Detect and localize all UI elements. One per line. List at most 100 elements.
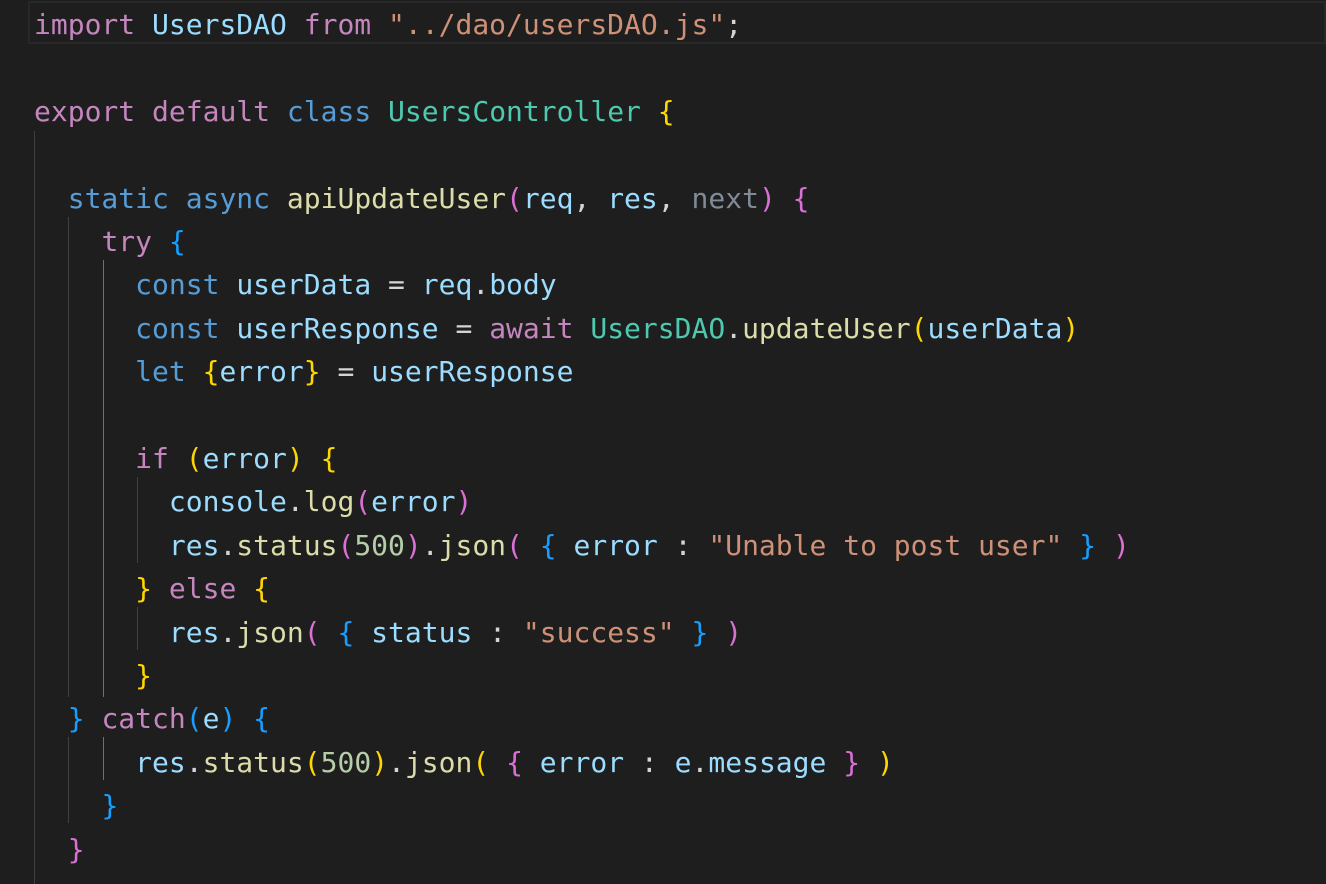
code-token: { [168, 225, 186, 258]
code-token: } [135, 572, 153, 606]
code-token: body [489, 268, 557, 302]
code-token: ; [725, 8, 743, 41]
code-token: : [624, 745, 675, 779]
code-line[interactable]: try { [34, 220, 186, 263]
code-line[interactable]: } catch(e) { [34, 697, 270, 740]
code-token: } [691, 615, 709, 649]
code-token: "../dao/usersDAO.js" [388, 8, 726, 41]
code-token: "success" [522, 615, 675, 649]
code-token: ) [876, 745, 894, 779]
code-line[interactable]: export default class UsersController { [34, 90, 675, 133]
code-line[interactable]: import UsersDAO from "../dao/usersDAO.js… [34, 3, 742, 46]
code-line[interactable]: } [34, 654, 152, 697]
code-token: . [725, 311, 743, 345]
code-token: userData [236, 268, 372, 302]
code-token: error [573, 528, 658, 562]
code-token: , [573, 181, 608, 215]
code-token: } [843, 745, 861, 779]
code-token: status [202, 745, 304, 779]
code-line[interactable]: let {error} = userResponse [34, 350, 573, 393]
code-token: ( [910, 311, 928, 345]
code-token: if [135, 442, 169, 475]
code-token: res [607, 181, 658, 215]
code-token: ( [185, 442, 203, 475]
code-token: static [67, 181, 169, 215]
code-line[interactable]: res.json( { status : "success" } ) [34, 611, 742, 654]
code-token: . [185, 745, 203, 779]
code-token: } [67, 832, 85, 866]
code-token: ( [506, 528, 523, 562]
code-token: res [168, 528, 220, 562]
code-token: = [320, 355, 372, 389]
code-token: json [404, 745, 473, 779]
code-line[interactable]: } else { [34, 567, 270, 610]
code-token: export [34, 94, 136, 128]
code-line[interactable]: console.log(error) [34, 480, 472, 523]
code-line[interactable]: if (error) { [34, 437, 337, 480]
code-token: ( [472, 745, 490, 779]
code-token: req [522, 181, 574, 215]
code-token: req [421, 268, 473, 302]
code-token: error [539, 745, 625, 779]
code-token: UsersDAO [590, 311, 726, 345]
code-token: ) [758, 181, 776, 215]
code-token: ) [219, 702, 237, 736]
code-token: } [1079, 528, 1097, 562]
code-token: . [219, 528, 237, 562]
code-token: try [101, 225, 153, 258]
code-token: else [168, 572, 237, 606]
code-line[interactable]: const userResponse = await UsersDAO.upda… [34, 307, 1079, 350]
code-line[interactable]: res.status(500).json( { error : e.messag… [34, 741, 894, 784]
code-line[interactable]: } [34, 784, 118, 827]
code-token: ( [303, 615, 321, 649]
code-token: userData [927, 311, 1063, 345]
code-line[interactable]: res.status(500).json( { error : "Unable … [34, 524, 1130, 567]
code-token: { [320, 442, 338, 475]
code-line[interactable]: const userData = req.body [34, 263, 557, 306]
code-token: . [388, 745, 405, 779]
code-token: . [472, 268, 490, 302]
code-token: const [135, 311, 220, 345]
code-token: : [657, 528, 709, 562]
code-editor[interactable]: import UsersDAO from "../dao/usersDAO.js… [0, 0, 1326, 884]
code-token: } [303, 355, 321, 389]
code-token: apiUpdateUser [286, 181, 507, 215]
code-line[interactable]: static async apiUpdateUser(req, res, nex… [34, 177, 810, 220]
code-line[interactable]: } [34, 828, 85, 871]
code-token: class [286, 94, 372, 128]
code-token: json [438, 528, 507, 562]
code-token: ) [371, 745, 389, 779]
code-token: catch [101, 702, 186, 736]
code-token: e [202, 702, 220, 736]
code-token: error [219, 355, 304, 389]
